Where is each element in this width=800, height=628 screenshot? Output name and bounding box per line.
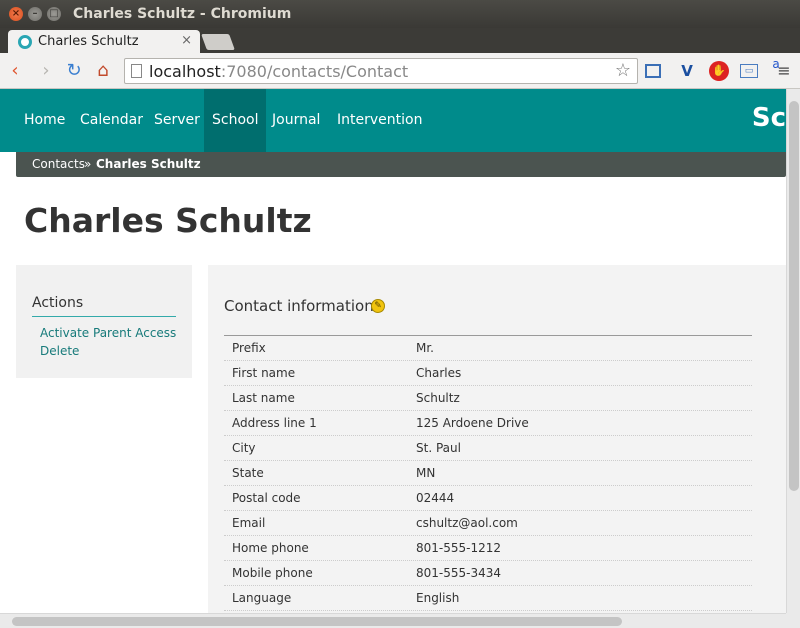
breadcrumb: Contacts » Charles Schultz xyxy=(16,152,786,177)
nav-server[interactable]: Server xyxy=(146,89,208,152)
breadcrumb-separator: » xyxy=(84,157,92,171)
field-value: MN xyxy=(416,466,436,480)
table-row: Postal code 02444 xyxy=(224,486,752,511)
field-label: Last name xyxy=(232,391,295,405)
field-value: St. Paul xyxy=(416,441,461,455)
window-extension-icon[interactable]: ▭ xyxy=(740,64,758,78)
actions-heading: Actions xyxy=(32,295,84,311)
table-row: Email cshultz@aol.com xyxy=(224,511,752,536)
page-title: Charles Schultz xyxy=(24,201,312,240)
table-row: Home phone 801-555-1212 xyxy=(224,536,752,561)
brand-logo[interactable]: Sc xyxy=(752,103,786,133)
address-bar[interactable]: localhost:7080/contacts/Contact ☆ xyxy=(124,58,638,84)
field-label: Language xyxy=(232,591,292,605)
tab-strip: Charles Schultz × xyxy=(0,28,800,54)
field-value: Mr. xyxy=(416,341,434,355)
screenshot-extension-icon[interactable] xyxy=(645,64,661,78)
field-value: Charles xyxy=(416,366,462,380)
edit-icon[interactable]: ✎ xyxy=(371,299,385,313)
horizontal-scroll-thumb[interactable] xyxy=(12,617,622,626)
table-row: First name Charles xyxy=(224,361,752,386)
activate-parent-access-link[interactable]: Activate Parent Access xyxy=(40,326,176,340)
url-host: localhost xyxy=(149,62,221,81)
field-value: 125 Ardoene Drive xyxy=(416,416,529,430)
tab-title: Charles Schultz xyxy=(38,34,139,49)
home-icon[interactable]: ⌂ xyxy=(93,61,113,81)
forward-icon[interactable]: › xyxy=(36,61,56,81)
shield-extension-icon[interactable]: V xyxy=(677,61,697,81)
field-value: cshultz@aol.com xyxy=(416,516,518,530)
table-row: Language English xyxy=(224,586,752,611)
scrollbar-corner xyxy=(786,613,800,628)
url-path: :7080/contacts/Contact xyxy=(220,62,409,81)
contact-info-table: Prefix Mr. First name Charles Last name Sch… xyxy=(224,335,752,611)
vertical-scroll-thumb[interactable] xyxy=(789,101,799,491)
window-minimize-button[interactable]: – xyxy=(28,7,42,21)
tab-close-icon[interactable]: × xyxy=(181,33,192,48)
adblock-extension-icon[interactable]: ✋ xyxy=(709,61,729,81)
table-row: Address line 1 125 Ardoene Drive xyxy=(224,411,752,436)
field-label: City xyxy=(232,441,256,455)
field-label: Mobile phone xyxy=(232,566,313,580)
field-label: Email xyxy=(232,516,266,530)
field-label: First name xyxy=(232,366,296,380)
nav-home[interactable]: Home xyxy=(16,89,73,152)
reload-icon[interactable]: ↻ xyxy=(64,61,84,81)
actions-panel: Actions Activate Parent Access Delete xyxy=(16,265,192,378)
nav-calendar[interactable]: Calendar xyxy=(72,89,151,152)
horizontal-scrollbar[interactable] xyxy=(0,613,786,628)
field-value: 801-555-1212 xyxy=(416,541,502,555)
delete-link[interactable]: Delete xyxy=(40,344,79,358)
table-row: Prefix Mr. xyxy=(224,336,752,361)
field-value: 02444 xyxy=(416,491,455,505)
actions-divider xyxy=(32,316,176,317)
bookmark-star-icon[interactable]: ☆ xyxy=(615,60,631,81)
back-icon[interactable]: ‹ xyxy=(5,61,25,81)
favicon-icon xyxy=(18,35,32,49)
field-value: English xyxy=(416,591,460,605)
browser-menu-icon[interactable]: ≡ xyxy=(774,61,794,81)
breadcrumb-current: Charles Schultz xyxy=(96,157,201,171)
field-label: Address line 1 xyxy=(232,416,317,430)
page-icon xyxy=(131,64,142,78)
table-row: City St. Paul xyxy=(224,436,752,461)
field-value: Schultz xyxy=(416,391,460,405)
field-label: State xyxy=(232,466,264,480)
field-value: 801-555-3434 xyxy=(416,566,502,580)
page-viewport: Home Calendar Server School Journal Inte… xyxy=(0,89,786,613)
window-close-button[interactable]: × xyxy=(9,7,23,21)
table-row: Mobile phone 801-555-3434 xyxy=(224,561,752,586)
main-navigation: Home Calendar Server School Journal Inte… xyxy=(0,89,786,152)
window-maximize-button[interactable]: □ xyxy=(47,7,61,21)
vertical-scrollbar[interactable] xyxy=(786,89,800,613)
contact-info-heading: Contact information xyxy=(224,297,374,315)
table-row: Last name Schultz xyxy=(224,386,752,411)
contact-info-panel: Contact information ✎ Prefix Mr. First na… xyxy=(208,265,786,613)
browser-tab[interactable]: Charles Schultz × xyxy=(8,30,200,54)
breadcrumb-contacts[interactable]: Contacts xyxy=(32,157,85,171)
field-label: Home phone xyxy=(232,541,309,555)
address-url: localhost:7080/contacts/Contact xyxy=(149,62,408,81)
window-title: Charles Schultz - Chromium xyxy=(73,6,292,22)
nav-intervention[interactable]: Intervention xyxy=(329,89,430,152)
window-titlebar: × – □ Charles Schultz - Chromium xyxy=(0,0,800,28)
new-tab-button[interactable] xyxy=(201,34,235,50)
nav-journal[interactable]: Journal xyxy=(264,89,328,152)
field-label: Postal code xyxy=(232,491,301,505)
field-label: Prefix xyxy=(232,341,266,355)
browser-toolbar: ‹ › ↻ ⌂ localhost:7080/contacts/Contact … xyxy=(0,53,800,89)
table-row: State MN xyxy=(224,461,752,486)
nav-school[interactable]: School xyxy=(204,89,267,152)
